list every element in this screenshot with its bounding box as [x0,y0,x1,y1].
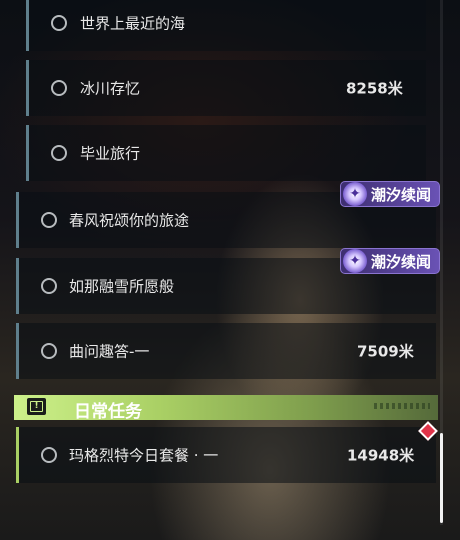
tide-tale-tag: ✦ 潮汐续闻 [340,248,440,274]
quest-title: 如那融雪所愿般 [69,277,175,296]
quest-distance: 7509米 [357,342,414,361]
quest-status-icon [51,15,67,31]
quest-row-accent [16,323,19,379]
quest-status-icon [41,447,57,463]
quest-title: 曲问趣答-一 [69,342,150,361]
quest-row[interactable]: 曲问趣答-一 7509米 [16,323,436,379]
quest-row-accent [26,0,29,51]
tag-label: 潮汐续闻 [371,252,432,271]
header-decoration [374,403,430,409]
quest-status-icon [41,343,57,359]
daily-quest-row[interactable]: 玛格烈特今日套餐 · 一 14948米 [16,427,436,483]
quest-row[interactable]: 毕业旅行 [26,125,426,181]
section-title: 日常任务 [74,402,142,422]
scrollbar-thumb[interactable] [440,433,443,523]
quest-row[interactable]: 冰川存忆 8258米 [26,60,426,116]
quest-row-accent [16,427,19,483]
quest-title: 毕业旅行 [80,144,141,163]
exclamation-box-icon: ! [27,398,46,415]
quest-title: 世界上最近的海 [80,14,186,33]
quest-status-icon [51,145,67,161]
tag-label: 潮汐续闻 [371,185,432,204]
quest-status-icon [51,80,67,96]
quest-title: 冰川存忆 [80,79,141,98]
tide-tale-tag: ✦ 潮汐续闻 [340,181,440,207]
quest-row-accent [26,60,29,116]
sparkle-icon: ✦ [343,249,367,273]
quest-row-accent [16,192,19,248]
sparkle-icon: ✦ [343,182,367,206]
quest-title: 春风祝颂你的旅途 [69,211,190,230]
quest-distance: 14948米 [347,446,415,465]
quest-row-accent [16,258,19,314]
quest-row-accent [26,125,29,181]
daily-quests-header[interactable]: ! 日常任务 [14,395,438,422]
quest-status-icon [41,212,57,228]
quest-distance: 8258米 [346,79,403,98]
quest-status-icon [41,278,57,294]
quest-title: 玛格烈特今日套餐 · 一 [69,446,219,465]
quest-row[interactable]: 世界上最近的海 [26,0,426,51]
